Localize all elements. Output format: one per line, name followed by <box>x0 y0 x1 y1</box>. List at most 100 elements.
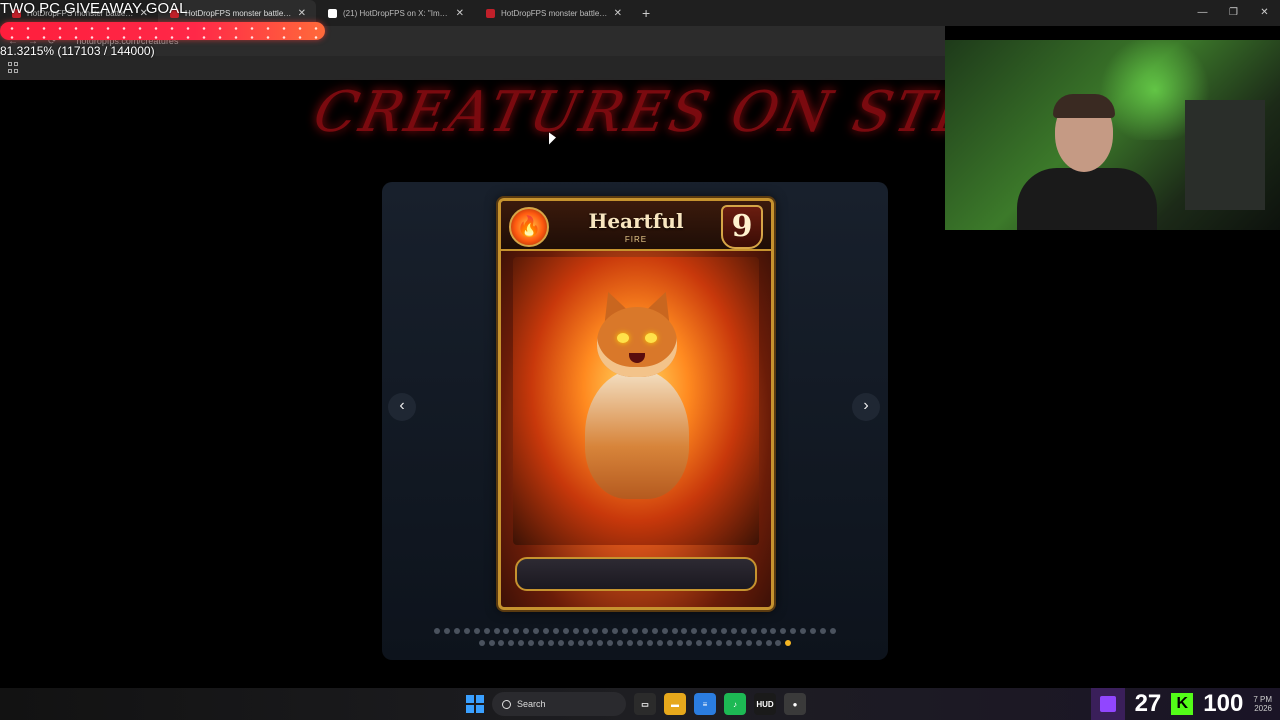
carousel-dot[interactable] <box>706 640 713 646</box>
card-type: FIRE <box>624 235 648 244</box>
giveaway-goal-stats: 81.3215% (117103 / 144000) <box>0 44 155 58</box>
carousel-dot[interactable] <box>651 628 658 634</box>
carousel-dot[interactable] <box>646 640 653 646</box>
carousel-dot[interactable] <box>716 640 723 646</box>
carousel-dot[interactable] <box>819 628 826 634</box>
carousel-dot[interactable] <box>666 640 673 646</box>
notepad-icon[interactable]: ≡ <box>694 693 716 715</box>
carousel-dot[interactable] <box>740 628 747 634</box>
carousel-dot[interactable] <box>691 628 698 634</box>
carousel-dot[interactable] <box>533 628 540 634</box>
chrome-icon[interactable]: ● <box>784 693 806 715</box>
carousel-dot[interactable] <box>498 640 505 646</box>
carousel-dot[interactable] <box>617 640 624 646</box>
clock-date: 2026 <box>1254 704 1272 713</box>
windows-start-icon[interactable] <box>466 695 484 713</box>
carousel-dot[interactable] <box>503 628 510 634</box>
carousel-dot[interactable] <box>745 640 752 646</box>
carousel-dot[interactable] <box>518 640 525 646</box>
system-clock[interactable]: 7 PM 2026 <box>1253 695 1272 713</box>
carousel-dot[interactable] <box>780 628 787 634</box>
carousel-dot[interactable] <box>473 628 480 634</box>
tab-close-icon[interactable]: ✕ <box>456 8 464 19</box>
carousel-dot[interactable] <box>656 640 663 646</box>
carousel-dot[interactable] <box>671 628 678 634</box>
carousel-dot[interactable] <box>557 640 564 646</box>
carousel-dot[interactable] <box>730 628 737 634</box>
hud-icon[interactable]: HUD <box>754 693 776 715</box>
carousel-dot[interactable] <box>513 628 520 634</box>
carousel-dot[interactable] <box>790 628 797 634</box>
carousel-dot[interactable] <box>572 628 579 634</box>
carousel-dot[interactable] <box>523 628 530 634</box>
carousel-dot[interactable] <box>478 640 485 646</box>
carousel-dot[interactable] <box>463 628 470 634</box>
tab-close-icon[interactable]: ✕ <box>298 8 306 19</box>
apps-grid-icon[interactable] <box>8 62 20 74</box>
carousel-dot[interactable] <box>696 640 703 646</box>
browser-tab-4[interactable]: HotDropFPS monster battle sty ✕ <box>474 0 632 26</box>
minimize-button[interactable]: — <box>1187 0 1218 26</box>
maximize-button[interactable]: ❐ <box>1218 0 1249 26</box>
webcam-shelf <box>1185 100 1265 210</box>
carousel-dot[interactable] <box>567 640 574 646</box>
carousel-dot[interactable] <box>597 640 604 646</box>
carousel-dot[interactable] <box>725 640 732 646</box>
carousel-dot[interactable] <box>676 640 683 646</box>
card-art-fire-cat <box>513 257 759 545</box>
carousel-dot[interactable] <box>612 628 619 634</box>
creature-card[interactable]: 🔥 Heartful FIRE 9 <box>498 198 774 610</box>
carousel-dot[interactable] <box>587 640 594 646</box>
carousel-dot[interactable] <box>582 628 589 634</box>
carousel-dot[interactable] <box>765 640 772 646</box>
carousel-dot[interactable] <box>775 640 782 646</box>
carousel-dot[interactable] <box>508 640 515 646</box>
carousel-dot[interactable] <box>434 628 441 634</box>
carousel-dot[interactable] <box>453 628 460 634</box>
carousel-dot[interactable] <box>483 628 490 634</box>
carousel-dot[interactable] <box>681 628 688 634</box>
carousel-dot[interactable] <box>800 628 807 634</box>
taskbar-search[interactable]: Search <box>492 692 626 716</box>
close-window-button[interactable]: ✕ <box>1249 0 1280 26</box>
carousel-dot[interactable] <box>686 640 693 646</box>
carousel-dot[interactable] <box>607 640 614 646</box>
carousel-dot[interactable] <box>562 628 569 634</box>
carousel-dot[interactable] <box>602 628 609 634</box>
tab-close-icon[interactable]: ✕ <box>614 8 622 19</box>
carousel-dot[interactable] <box>711 628 718 634</box>
carousel-dot[interactable] <box>701 628 708 634</box>
carousel-dot[interactable] <box>760 628 767 634</box>
carousel-dot[interactable] <box>577 640 584 646</box>
carousel-dot[interactable] <box>627 640 634 646</box>
carousel-dot[interactable] <box>770 628 777 634</box>
carousel-dot[interactable] <box>810 628 817 634</box>
carousel-dot[interactable] <box>750 628 757 634</box>
folder-icon[interactable]: ▬ <box>664 693 686 715</box>
files-icon[interactable]: ▭ <box>634 693 656 715</box>
carousel-prev-button[interactable]: ‹ <box>388 393 416 421</box>
carousel-dot[interactable] <box>636 640 643 646</box>
carousel-dot[interactable] <box>542 628 549 634</box>
carousel-dot[interactable] <box>785 640 792 646</box>
carousel-dot[interactable] <box>641 628 648 634</box>
carousel-next-button[interactable]: › <box>852 393 880 421</box>
carousel-dot[interactable] <box>755 640 762 646</box>
carousel-dot[interactable] <box>829 628 836 634</box>
carousel-dot[interactable] <box>735 640 742 646</box>
carousel-dot[interactable] <box>552 628 559 634</box>
carousel-dot[interactable] <box>622 628 629 634</box>
carousel-dot[interactable] <box>444 628 451 634</box>
carousel-dot[interactable] <box>493 628 500 634</box>
carousel-dot[interactable] <box>661 628 668 634</box>
new-tab-button[interactable]: + <box>632 5 660 21</box>
carousel-dot[interactable] <box>632 628 638 634</box>
carousel-dot[interactable] <box>528 640 535 646</box>
carousel-dot[interactable] <box>547 640 554 646</box>
carousel-dot[interactable] <box>592 628 599 634</box>
carousel-dot[interactable] <box>538 640 545 646</box>
cat-eye <box>645 333 657 343</box>
carousel-dot[interactable] <box>721 628 728 634</box>
spotify-icon[interactable]: ♪ <box>724 693 746 715</box>
carousel-dot[interactable] <box>488 640 495 646</box>
